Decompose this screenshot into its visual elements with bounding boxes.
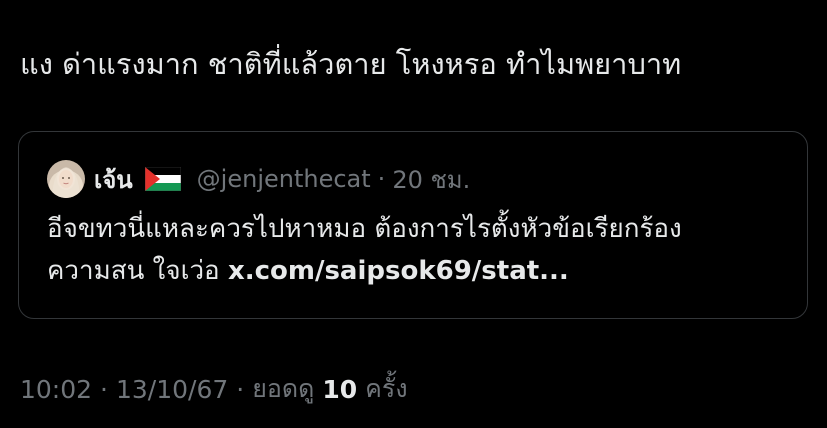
separator-dot: · — [377, 165, 386, 193]
post-date[interactable]: 13/10/67 — [116, 375, 228, 404]
avatar[interactable] — [47, 160, 85, 198]
quoted-post-line-2-text: ความสน ใจเว่อ — [47, 256, 228, 286]
palestine-flag-icon — [144, 166, 181, 192]
post-link[interactable]: x.com/saipsok69/stat... — [228, 256, 569, 286]
user-handle[interactable]: @jenjenthecat — [197, 165, 371, 193]
display-name[interactable]: เจ้น — [94, 160, 133, 199]
views-unit: ครั้ง — [365, 374, 408, 403]
meta-separator-2: · — [236, 374, 245, 404]
post-time[interactable]: 10:02 — [20, 375, 92, 404]
quoted-post-body: อีจขทวนี่แหละควรไปหาหมอ ต้องการไรตั้งหัว… — [47, 208, 682, 292]
views-count: 10 — [322, 374, 358, 404]
views-label: ยอดดู — [252, 374, 315, 403]
post-text: แง ด่าแรงมาก ชาติที่แล้วตาย โหงหรอ ทำไมพ… — [20, 47, 682, 81]
quoted-post-line-1: อีจขทวนี่แหละควรไปหาหมอ ต้องการไรตั้งหัว… — [47, 214, 682, 244]
post-meta: 10:02 · 13/10/67 · ยอดดู 10 ครั้ง — [20, 366, 408, 412]
quoted-post-header: เจ้น @jenjenthecat · 20 ชม. — [47, 159, 470, 199]
quoted-post-time[interactable]: 20 ชม. — [392, 160, 470, 199]
meta-separator-1: · — [100, 374, 108, 404]
quoted-post-line-2: ความสน ใจเว่อ x.com/saipsok69/stat... — [47, 250, 682, 292]
quoted-post-card[interactable]: เจ้น @jenjenthecat · 20 ชม. อีจขทวนี่แหล… — [18, 131, 808, 319]
